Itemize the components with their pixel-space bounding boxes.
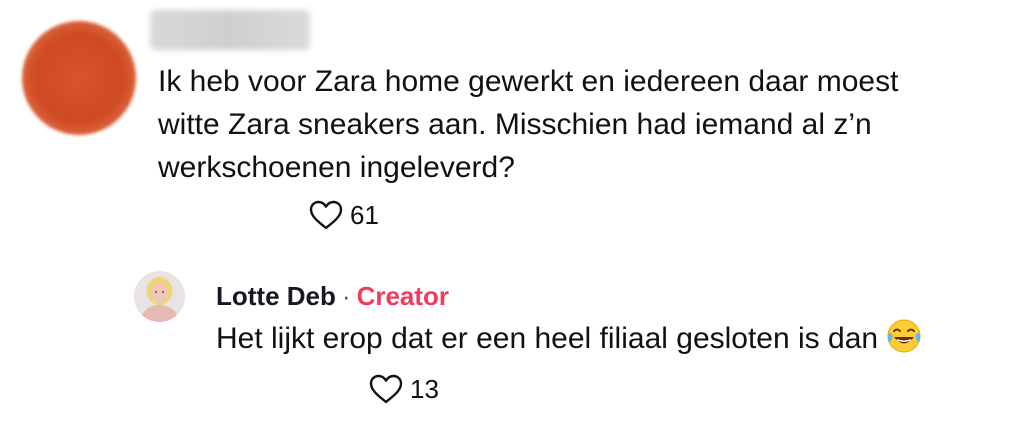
- reply-header: Lotte Deb · Creator: [216, 279, 449, 313]
- reply-avatar[interactable]: [134, 271, 185, 322]
- separator-dot: ·: [341, 281, 351, 311]
- face-with-tears-of-joy-icon: [886, 318, 922, 365]
- commenter-avatar[interactable]: [22, 21, 136, 135]
- like-count: 61: [350, 199, 379, 230]
- comment-line: werkschoenen ingeleverd?: [158, 151, 515, 184]
- heart-outline-icon: [368, 373, 404, 405]
- reply-author-name[interactable]: Lotte Deb: [216, 281, 336, 311]
- reply-body: Het lijkt erop dat er een heel filiaal g…: [216, 318, 922, 365]
- comment-body: Ik heb voor Zara home gewerkt en iederee…: [158, 60, 1008, 189]
- reply-text: Het lijkt erop dat er een heel filiaal g…: [216, 322, 879, 355]
- commenter-name-blurred[interactable]: [150, 10, 310, 50]
- comment-line: Ik heb voor Zara home gewerkt en iederee…: [158, 65, 899, 98]
- heart-outline-icon: [308, 199, 344, 231]
- like-count: 13: [410, 373, 439, 404]
- creator-badge: Creator: [356, 281, 450, 311]
- comment-line: witte Zara sneakers aan. Misschien had i…: [158, 108, 872, 141]
- reply-like-button[interactable]: 13: [368, 373, 439, 405]
- comment-like-button[interactable]: 61: [308, 199, 379, 231]
